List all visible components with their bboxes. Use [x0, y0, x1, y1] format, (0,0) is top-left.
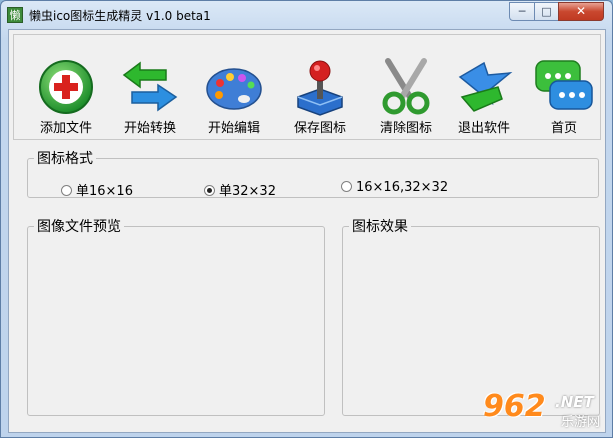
watermark-site: 乐游网	[561, 415, 601, 430]
image-preview-group: 图像文件预览	[27, 216, 325, 416]
radio-label: 单32×32	[219, 184, 276, 199]
toolbar-label: 开始编辑	[207, 121, 260, 136]
radio-single-32[interactable]: 单32×32	[204, 180, 276, 199]
toolbar-label: 清除图标	[379, 121, 432, 136]
radio-button-icon[interactable]	[61, 185, 72, 196]
add-file-button[interactable]: 添加文件	[26, 55, 106, 137]
watermark-suffix: .NET	[555, 393, 594, 411]
site-watermark: 962 .NET 乐游网	[483, 389, 609, 433]
scissors-icon	[382, 58, 430, 115]
window-title: 懒虫ico图标生成精灵 v1.0 beta1	[29, 9, 211, 23]
exit-software-button[interactable]: 退出软件	[444, 55, 524, 137]
radio-button-icon[interactable]	[341, 181, 352, 192]
start-edit-button[interactable]: 开始编辑	[194, 55, 274, 137]
joystick-icon	[297, 60, 343, 116]
icon-format-title: 图标格式	[37, 151, 93, 167]
toolbar-label: 开始转换	[123, 121, 176, 136]
minimize-button[interactable]: ─	[509, 2, 535, 21]
palette-icon	[206, 68, 262, 110]
home-page-button[interactable]: 首页	[524, 55, 604, 137]
app-window: 懒 懒虫ico图标生成精灵 v1.0 beta1 ─ □ ✕ 添加文件 开始转换…	[0, 0, 613, 438]
radio-16-and-32[interactable]: 16×16,32×32	[341, 180, 448, 195]
radio-label: 16×16,32×32	[356, 180, 449, 195]
radio-label: 单16×16	[76, 184, 133, 199]
exit-arrow-icon	[458, 61, 513, 112]
clear-icon-button[interactable]: 清除图标	[366, 55, 446, 137]
chat-bubbles-icon	[535, 60, 593, 110]
app-logo-icon: 懒	[7, 7, 23, 23]
toolbar-label: 退出软件	[457, 121, 510, 136]
close-button[interactable]: ✕	[558, 2, 604, 21]
save-icon-button[interactable]: 保存图标	[280, 55, 360, 137]
maximize-button[interactable]: □	[534, 2, 559, 21]
toolbar-label: 添加文件	[39, 121, 92, 136]
toolbar: 添加文件 开始转换 开始编辑 保存图标 清除图标 退出软件 首页	[13, 34, 601, 140]
convert-arrows-icon	[122, 61, 178, 112]
watermark-number: 962	[483, 389, 546, 424]
icon-effect-group: 图标效果	[342, 216, 600, 416]
icon-effect-title: 图标效果	[352, 219, 408, 235]
add-file-icon	[39, 60, 93, 114]
start-convert-button[interactable]: 开始转换	[110, 55, 190, 137]
radio-single-16[interactable]: 单16×16	[61, 180, 133, 199]
toolbar-label: 保存图标	[293, 121, 346, 136]
title-bar[interactable]: 懒 懒虫ico图标生成精灵 v1.0 beta1 ─ □ ✕	[1, 1, 612, 29]
toolbar-label: 首页	[550, 121, 577, 136]
image-preview-title: 图像文件预览	[37, 219, 121, 235]
radio-button-selected-icon[interactable]	[204, 185, 215, 196]
client-area: 添加文件 开始转换 开始编辑 保存图标 清除图标 退出软件 首页 图标格式 单1…	[8, 29, 606, 433]
